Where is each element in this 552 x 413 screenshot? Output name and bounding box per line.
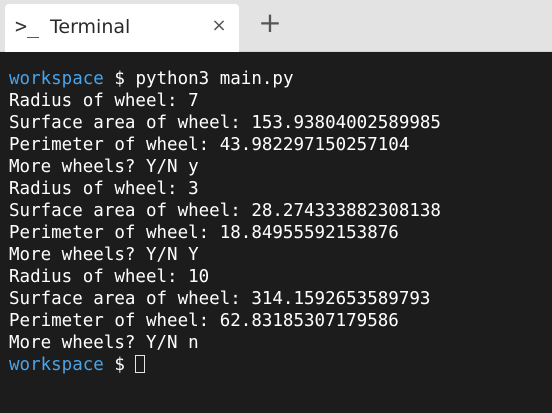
output-line: Radius of wheel: 3 bbox=[9, 179, 199, 199]
command-text: python3 main.py bbox=[135, 69, 294, 89]
output-line: Surface area of wheel: 28.27433388230813… bbox=[9, 201, 441, 221]
output-line: More wheels? Y/N Y bbox=[9, 245, 199, 265]
tab-title: Terminal bbox=[50, 16, 131, 38]
prompt-line: workspace $ bbox=[9, 354, 552, 376]
prompt-user: workspace bbox=[9, 69, 104, 89]
prompt-line: workspace $ python3 main.py bbox=[9, 68, 552, 90]
output-line: Perimeter of wheel: 43.982297150257104 bbox=[9, 135, 410, 155]
close-icon[interactable]: × bbox=[209, 16, 229, 36]
prompt-symbol: $ bbox=[103, 355, 136, 375]
output-line: Radius of wheel: 10 bbox=[9, 267, 210, 287]
output-line: Radius of wheel: 7 bbox=[9, 91, 199, 111]
output-line: Surface area of wheel: 314.1592653589793 bbox=[9, 289, 431, 309]
output-line: More wheels? Y/N y bbox=[9, 157, 199, 177]
output-line: Perimeter of wheel: 62.83185307179586 bbox=[9, 311, 399, 331]
terminal-prompt-icon: >_ bbox=[15, 14, 40, 38]
terminal-output[interactable]: workspace $ python3 main.py Radius of whe… bbox=[0, 52, 552, 413]
prompt-symbol: $ bbox=[103, 69, 136, 89]
tab-terminal[interactable]: >_ Terminal × bbox=[5, 4, 239, 52]
output-line: More wheels? Y/N n bbox=[9, 333, 199, 353]
prompt-user: workspace bbox=[9, 355, 104, 375]
new-tab-button[interactable]: + bbox=[255, 6, 285, 42]
output-line: Perimeter of wheel: 18.84955592153876 bbox=[9, 223, 399, 243]
tab-bar: >_ Terminal × + bbox=[0, 0, 552, 52]
output-line: Surface area of wheel: 153.9380400258998… bbox=[9, 113, 441, 133]
text-cursor bbox=[135, 355, 146, 373]
terminal-window: >_ Terminal × + workspace $ python3 main… bbox=[0, 0, 552, 413]
